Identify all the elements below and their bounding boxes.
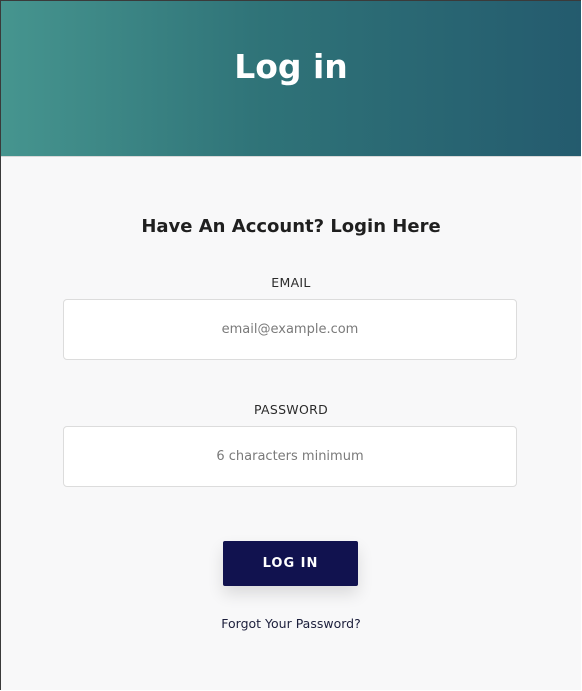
forgot-password-link[interactable]: Forgot Your Password? (1, 616, 581, 631)
log-in-button[interactable]: LOG IN (223, 541, 358, 586)
password-field[interactable] (63, 426, 517, 487)
form-heading: Have An Account? Login Here (141, 216, 441, 237)
email-label: EMAIL (271, 275, 311, 290)
page-header: Log in (1, 1, 581, 157)
email-field[interactable] (63, 299, 517, 360)
login-page: Log in Have An Account? Login Here EMAIL… (0, 0, 581, 690)
page-title: Log in (234, 47, 348, 86)
password-label: PASSWORD (253, 402, 329, 417)
